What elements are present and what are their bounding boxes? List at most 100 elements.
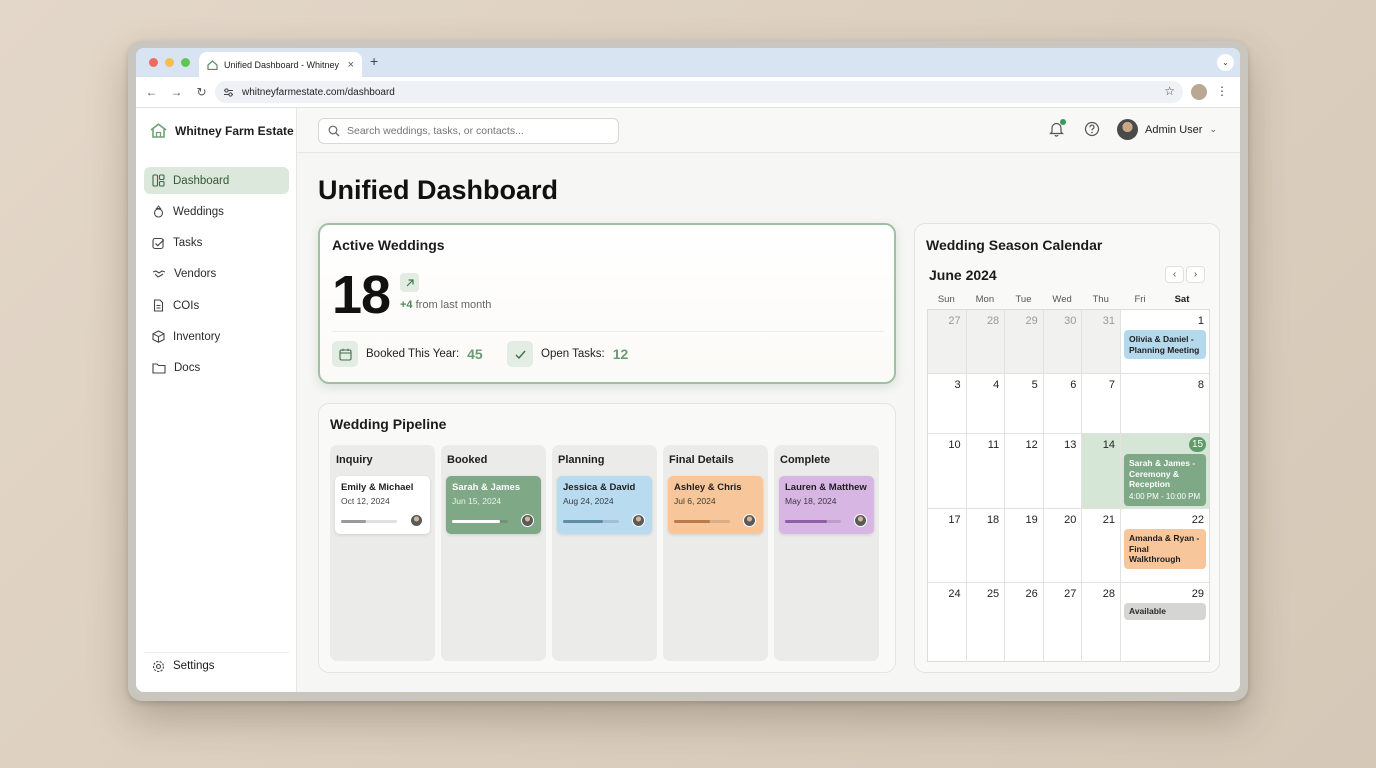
calendar-event[interactable]: Olivia & Daniel - Planning Meeting: [1124, 330, 1206, 360]
event-time: 4:00 PM - 10:00 PM: [1129, 491, 1201, 501]
calendar-day[interactable]: 15 Sarah & James - Ceremony & Reception 4:…: [1121, 434, 1209, 509]
calendar-event[interactable]: Amanda & Ryan - Final Walkthrough: [1124, 529, 1206, 569]
close-window-button[interactable]: [149, 58, 158, 67]
calendar-day[interactable]: 20: [1043, 509, 1083, 583]
calendar-day[interactable]: 8: [1121, 374, 1209, 434]
handshake-icon: [152, 270, 166, 278]
calendar-day[interactable]: 3: [928, 374, 967, 434]
calendar-next-button[interactable]: ›: [1186, 266, 1205, 283]
maximize-window-button[interactable]: [181, 58, 190, 67]
help-button[interactable]: [1084, 121, 1100, 142]
brand-name: Whitney Farm Estate: [175, 123, 294, 138]
calendar-day[interactable]: 18: [966, 509, 1006, 583]
browser-tab[interactable]: Unified Dashboard - Whitney ×: [199, 52, 362, 77]
calendar-day[interactable]: 25: [967, 583, 1006, 662]
calendar-day[interactable]: 11: [966, 434, 1006, 509]
site-settings-icon[interactable]: [223, 87, 234, 97]
calendar-day[interactable]: 12: [1005, 434, 1044, 509]
calendar-day[interactable]: 26: [1005, 583, 1044, 662]
browser-toolbar: ← → ↻ whitneyfarmestate.com/dashboard ☆ …: [136, 77, 1240, 108]
search-input[interactable]: [347, 125, 607, 137]
sidebar-item-cois[interactable]: COIs: [144, 292, 289, 319]
day-number: 11: [987, 439, 1000, 451]
calendar-day[interactable]: 1 Olivia & Daniel - Planning Meeting: [1121, 310, 1209, 374]
sidebar-item-weddings[interactable]: Weddings: [144, 198, 289, 225]
sidebar-nav: Dashboard Weddings Tasks Vendors COIs In…: [144, 167, 289, 386]
calendar-day[interactable]: 28: [1082, 583, 1121, 662]
calendar-day[interactable]: 28: [966, 310, 1006, 374]
progress-fill: [785, 520, 827, 523]
bookmark-star-icon[interactable]: ☆: [1164, 84, 1175, 98]
pipeline-column-title: Complete: [780, 454, 831, 466]
user-menu[interactable]: Admin User ⌄: [1117, 119, 1217, 140]
sidebar-item-tasks[interactable]: Tasks: [144, 230, 289, 257]
day-number: 26: [1025, 588, 1038, 600]
calendar-day[interactable]: 30: [1043, 310, 1083, 374]
calendar-day[interactable]: 24: [928, 583, 967, 662]
pipeline-card[interactable]: Sarah & James Jun 15, 2024: [446, 476, 541, 534]
search-box[interactable]: [318, 118, 619, 144]
search-icon: [328, 125, 340, 137]
booked-label: Booked This Year:: [366, 348, 460, 360]
browser-menu-icon[interactable]: ⋮: [1216, 84, 1228, 98]
calendar-day[interactable]: 29: [1005, 310, 1044, 374]
browser-profile-avatar[interactable]: [1191, 84, 1207, 100]
calendar-day[interactable]: 5: [1005, 374, 1044, 434]
pipeline-column: Final Details Ashley & Chris Jul 6, 2024: [663, 445, 768, 661]
minimize-window-button[interactable]: [165, 58, 174, 67]
calendar-day[interactable]: 27: [1044, 583, 1083, 662]
notification-dot: [1060, 119, 1066, 125]
sidebar-item-vendors[interactable]: Vendors: [144, 261, 289, 288]
calendar-day[interactable]: 13: [1043, 434, 1083, 509]
calendar-day[interactable]: 31: [1082, 310, 1121, 374]
pipeline-card[interactable]: Ashley & Chris Jul 6, 2024: [668, 476, 763, 534]
calendar-day[interactable]: 29 Available: [1121, 583, 1209, 662]
address-bar[interactable]: whitneyfarmestate.com/dashboard ☆: [215, 81, 1183, 103]
sidebar-item-inventory[interactable]: Inventory: [144, 323, 289, 350]
calendar-prev-button[interactable]: ‹: [1165, 266, 1184, 283]
calendar-day[interactable]: 22 Amanda & Ryan - Final Walkthrough: [1121, 509, 1209, 583]
back-button[interactable]: ←: [139, 85, 164, 99]
help-icon: [1084, 121, 1100, 137]
calendar-event[interactable]: Sarah & James - Ceremony & Reception 4:00…: [1124, 454, 1206, 506]
new-tab-button[interactable]: +: [370, 53, 378, 69]
calendar-day[interactable]: 17: [928, 509, 967, 583]
calendar-day[interactable]: 27: [928, 310, 967, 374]
calendar-day[interactable]: 4: [966, 374, 1006, 434]
sidebar-item-settings[interactable]: Settings: [144, 652, 289, 679]
tasks-label: Open Tasks:: [541, 348, 605, 360]
sidebar-item-docs[interactable]: Docs: [144, 355, 289, 382]
pipeline-card[interactable]: Lauren & Matthew May 18, 2024: [779, 476, 874, 534]
calendar-day[interactable]: 6: [1043, 374, 1083, 434]
weekday-label: Fri: [1134, 294, 1146, 305]
calendar-day[interactable]: 19: [1005, 509, 1044, 583]
tab-search-button[interactable]: ⌄: [1217, 54, 1234, 71]
dashboard-icon: [152, 174, 165, 187]
forward-button[interactable]: →: [164, 85, 189, 99]
browser-window: Unified Dashboard - Whitney × + ⌄ ← → ↻ …: [136, 48, 1240, 692]
brand[interactable]: Whitney Farm Estate: [150, 123, 294, 138]
day-number: 19: [1025, 514, 1038, 526]
event-title: Sarah & James - Ceremony & Reception: [1129, 458, 1196, 490]
calendar-event[interactable]: Available: [1124, 603, 1206, 620]
event-title: Olivia & Daniel - Planning Meeting: [1129, 334, 1200, 355]
pipeline-card[interactable]: Emily & Michael Oct 12, 2024: [335, 476, 430, 534]
settings-label: Settings: [173, 660, 215, 672]
calendar-day[interactable]: 7: [1082, 374, 1121, 434]
tab-close-icon[interactable]: ×: [348, 59, 354, 71]
active-weddings-card[interactable]: Active Weddings 18 +4 from last month Bo…: [318, 223, 896, 384]
day-number: 31: [1102, 315, 1115, 327]
pipeline-column-title: Planning: [558, 454, 605, 466]
pipeline-column: Booked Sarah & James Jun 15, 2024: [441, 445, 546, 661]
calendar-day[interactable]: 14: [1082, 434, 1121, 509]
calendar-day[interactable]: 21: [1082, 509, 1121, 583]
pipeline-column-title: Final Details: [669, 454, 734, 466]
reload-button[interactable]: ↻: [189, 85, 214, 99]
day-number: 24: [948, 588, 961, 600]
calendar-day[interactable]: 10: [928, 434, 967, 509]
sidebar-item-dashboard[interactable]: Dashboard: [144, 167, 289, 194]
avatar: [632, 514, 645, 527]
notifications-button[interactable]: [1049, 119, 1066, 142]
avatar: [1117, 119, 1138, 140]
pipeline-card[interactable]: Jessica & David Aug 24, 2024: [557, 476, 652, 534]
